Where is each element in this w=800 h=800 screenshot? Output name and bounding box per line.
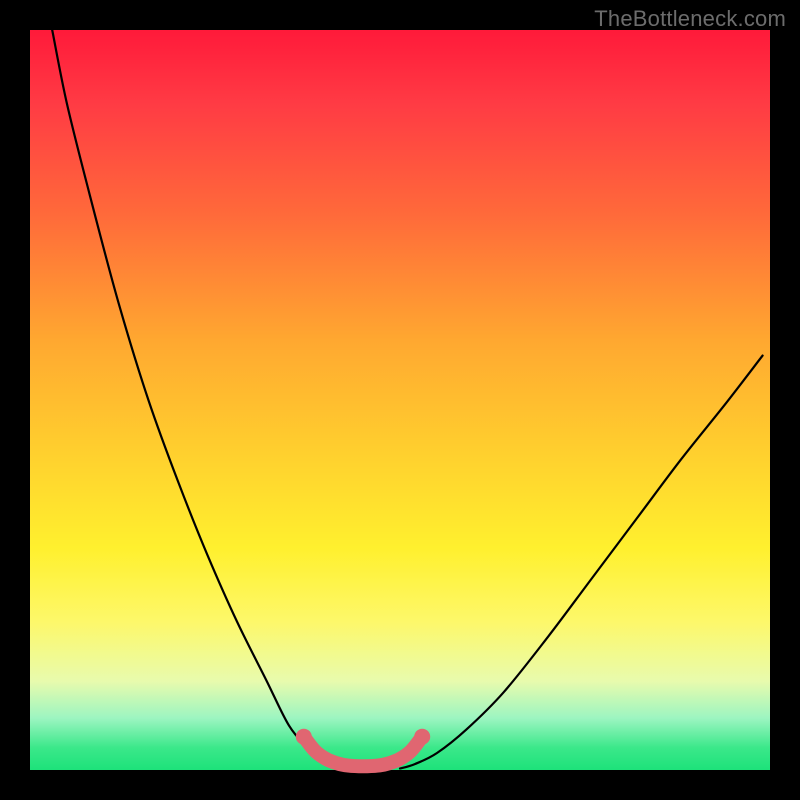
valley-end-dot-right-icon xyxy=(414,729,430,745)
right-curve-path xyxy=(400,356,763,769)
chart-svg xyxy=(30,30,770,770)
valley-overlay-path xyxy=(304,737,422,767)
chart-frame: TheBottleneck.com xyxy=(0,0,800,800)
watermark-text: TheBottleneck.com xyxy=(594,6,786,32)
chart-plot-area xyxy=(30,30,770,770)
valley-end-dot-left-icon xyxy=(296,729,312,745)
left-curve-path xyxy=(52,30,341,769)
